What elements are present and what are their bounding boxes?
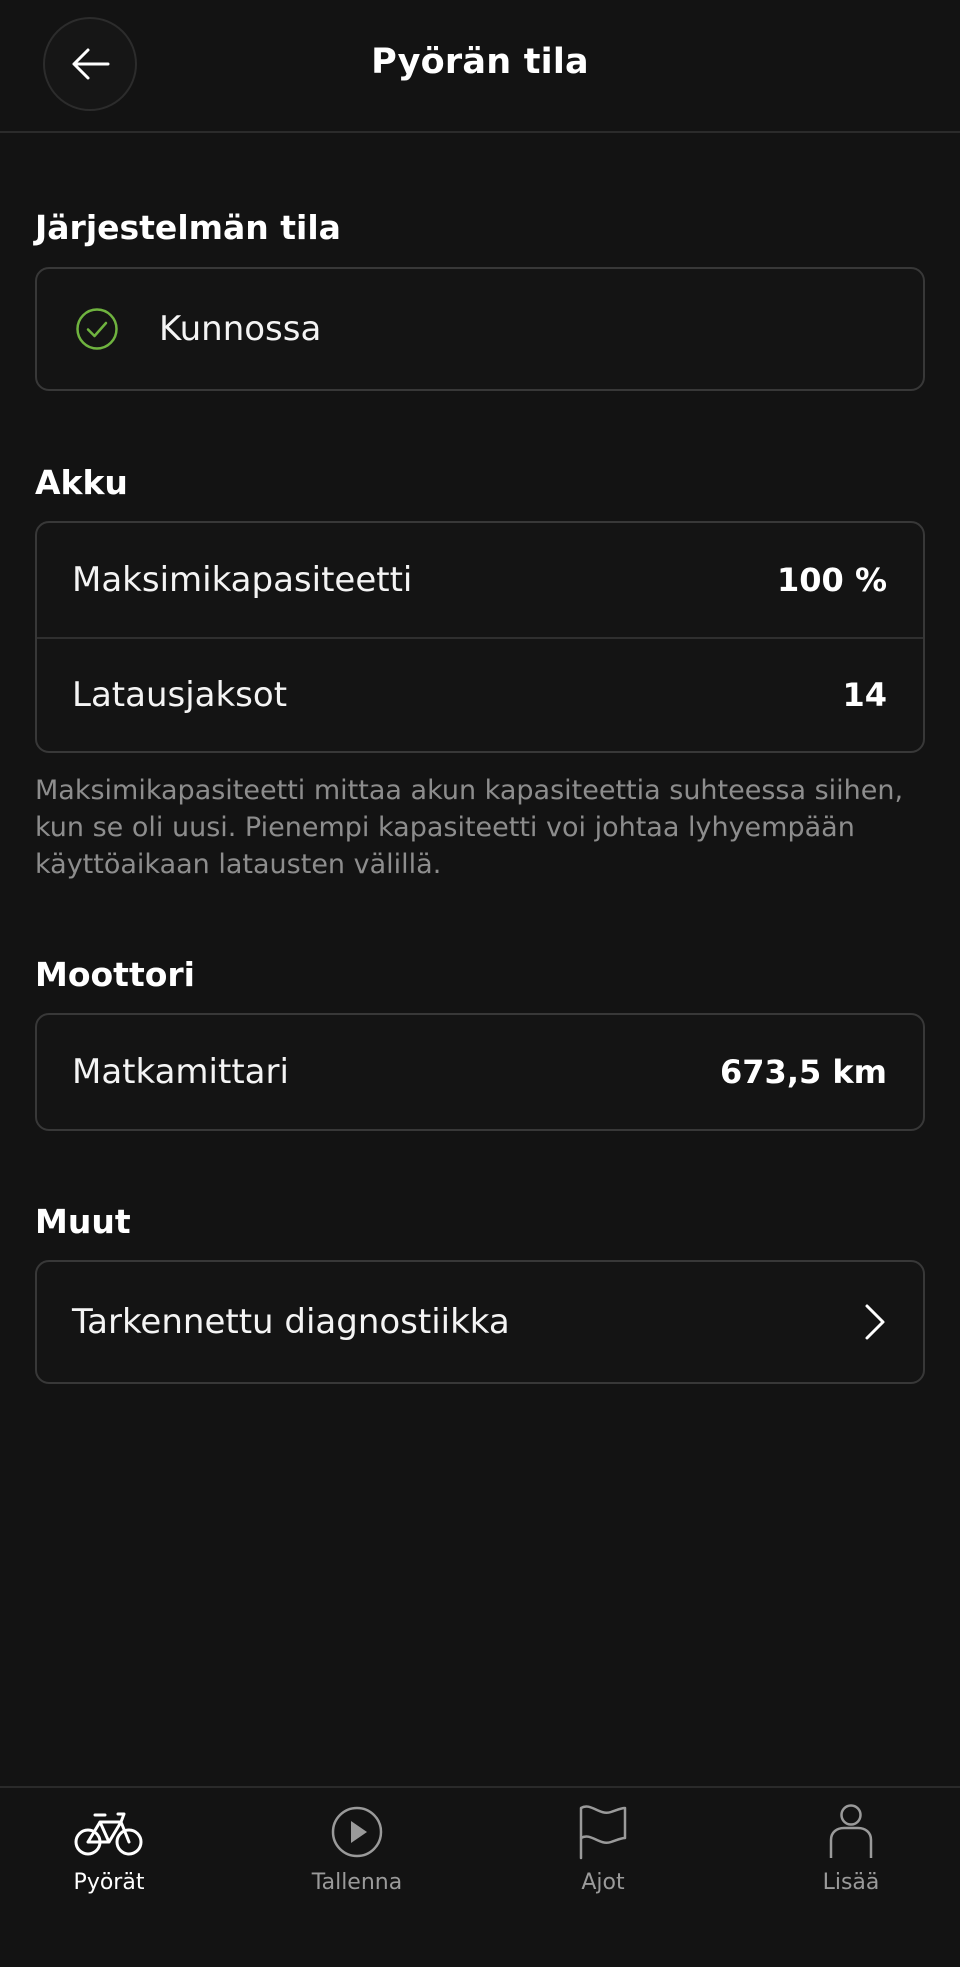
- system-status-text: Kunnossa: [159, 309, 322, 349]
- system-status-card: Kunnossa: [35, 267, 925, 391]
- advanced-diagnostics-label: Tarkennettu diagnostiikka: [72, 1302, 510, 1342]
- battery-card: Maksimikapasiteetti 100 % Latausjaksot 1…: [35, 521, 925, 753]
- odometer-value: 673,5 km: [720, 1053, 887, 1091]
- tab-rides[interactable]: Ajot: [518, 1802, 688, 1895]
- check-circle-icon: [76, 308, 118, 350]
- max-capacity-label: Maksimikapasiteetti: [72, 560, 413, 600]
- play-icon: [331, 1806, 383, 1858]
- advanced-diagnostics-row[interactable]: Tarkennettu diagnostiikka: [37, 1262, 923, 1382]
- other-card: Tarkennettu diagnostiikka: [35, 1260, 925, 1384]
- odometer-label: Matkamittari: [72, 1052, 289, 1092]
- system-status-title: Järjestelmän tila: [35, 208, 341, 247]
- tab-bikes[interactable]: Pyörät: [24, 1802, 194, 1895]
- tab-record-label: Tallenna: [311, 1870, 403, 1895]
- odometer-row: Matkamittari 673,5 km: [37, 1015, 923, 1129]
- tab-record[interactable]: Tallenna: [272, 1802, 442, 1895]
- battery-section-title: Akku: [35, 463, 128, 502]
- person-icon: [829, 1804, 873, 1858]
- battery-note: Maksimikapasiteetti mittaa akun kapasite…: [35, 775, 904, 880]
- charge-cycles-value: 14: [842, 676, 887, 714]
- tab-bikes-label: Pyörät: [73, 1870, 145, 1895]
- tab-more[interactable]: Lisää: [766, 1802, 936, 1895]
- system-status-row: Kunnossa: [37, 269, 923, 389]
- bottom-tab-bar: Pyörät Tallenna Ajot Lisää: [0, 1786, 960, 1967]
- motor-card: Matkamittari 673,5 km: [35, 1013, 925, 1131]
- tab-rides-label: Ajot: [581, 1870, 625, 1895]
- bike-icon: [74, 1812, 143, 1856]
- charge-cycles-label: Latausjaksot: [72, 675, 288, 715]
- max-capacity-value: 100 %: [777, 561, 887, 599]
- flag-icon: [579, 1805, 627, 1860]
- tab-more-label: Lisää: [822, 1870, 880, 1895]
- chevron-right-icon: [865, 1304, 885, 1340]
- other-section-title: Muut: [35, 1202, 131, 1241]
- page-title: Pyörän tila: [371, 42, 589, 82]
- top-bar: Pyörän tila: [0, 0, 960, 133]
- max-capacity-row: Maksimikapasiteetti 100 %: [37, 523, 923, 637]
- motor-section-title: Moottori: [35, 955, 195, 994]
- charge-cycles-row: Latausjaksot 14: [37, 637, 923, 751]
